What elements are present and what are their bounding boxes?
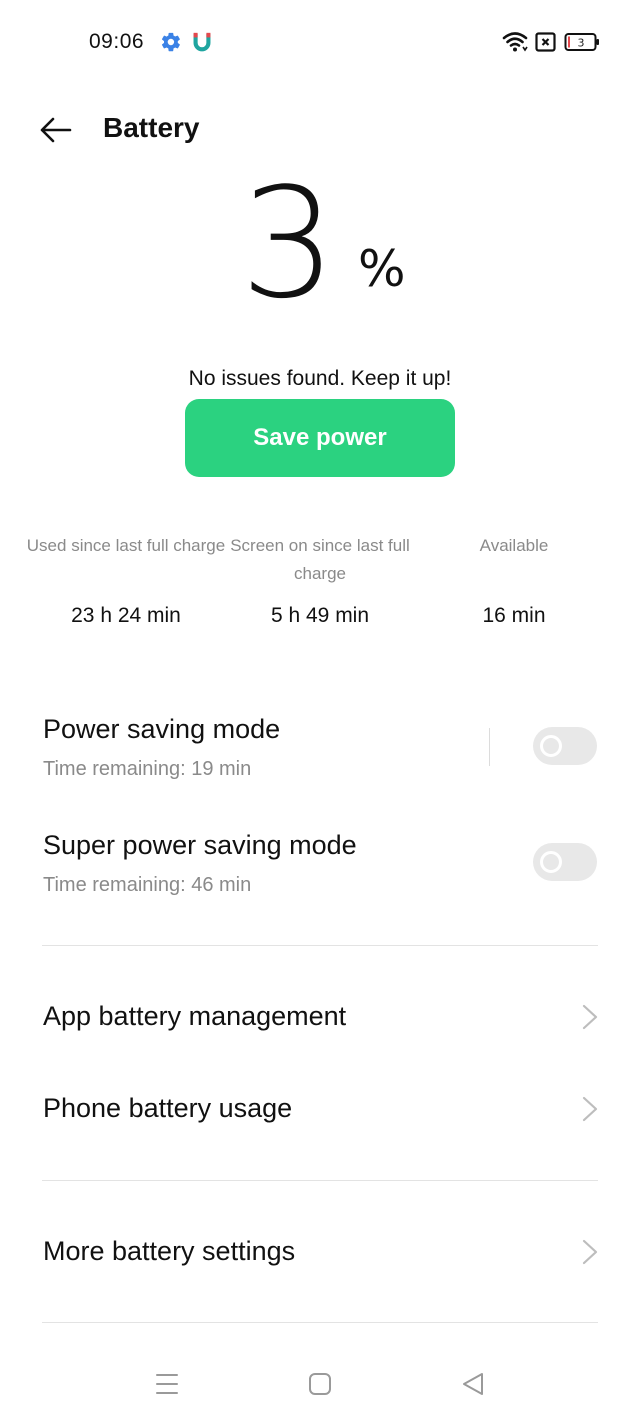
super-power-saving-mode-subtitle: Time remaining: 46 min xyxy=(43,874,252,896)
chevron-right-icon xyxy=(582,1096,598,1122)
super-power-saving-toggle[interactable] xyxy=(533,843,597,881)
stat-value: 23 h 24 min xyxy=(71,604,181,627)
app-battery-management-row[interactable]: App battery management xyxy=(0,977,640,1057)
power-saving-toggle[interactable] xyxy=(533,727,597,765)
stat-value: 16 min xyxy=(482,604,546,627)
toggle-knob xyxy=(540,851,562,873)
percent-sign: % xyxy=(358,240,406,298)
vertical-divider xyxy=(489,728,490,766)
stat-value: 5 h 49 min xyxy=(270,604,370,627)
divider xyxy=(42,1322,598,1323)
stat-label: Used since last full charge xyxy=(26,536,226,555)
more-battery-settings-row[interactable]: More battery settings xyxy=(0,1211,640,1291)
app-battery-management-label: App battery management xyxy=(43,1001,347,1031)
divider xyxy=(42,1180,598,1181)
page-title: Battery xyxy=(103,112,200,143)
more-battery-settings-label: More battery settings xyxy=(43,1236,296,1266)
power-saving-mode-subtitle: Time remaining: 19 min xyxy=(43,758,252,780)
battery-icon: 3 xyxy=(564,33,599,51)
arrow-left-icon[interactable] xyxy=(38,115,72,145)
back-icon[interactable] xyxy=(460,1371,486,1397)
gear-icon xyxy=(161,32,180,52)
no-sim-icon xyxy=(535,32,556,52)
menu-icon[interactable] xyxy=(155,1372,179,1396)
super-power-saving-mode-title[interactable]: Super power saving mode xyxy=(43,830,357,861)
magnet-icon xyxy=(193,32,211,52)
save-power-button[interactable]: Save power xyxy=(185,399,455,477)
power-saving-mode-title[interactable]: Power saving mode xyxy=(43,714,280,745)
stat-label: Screen on since last full charge xyxy=(230,536,410,583)
status-time: 09:06 xyxy=(89,30,145,53)
battery-level-text: 3 xyxy=(578,37,585,50)
home-icon[interactable] xyxy=(308,1372,332,1396)
stat-label: Available xyxy=(479,536,549,555)
chevron-right-icon xyxy=(582,1239,598,1265)
divider xyxy=(42,945,598,946)
chevron-right-icon xyxy=(582,1004,598,1030)
stat-available: Available 16 min xyxy=(414,532,614,627)
wifi-icon xyxy=(502,32,528,52)
phone-battery-usage-row[interactable]: Phone battery usage xyxy=(0,1069,640,1149)
battery-status-message: No issues found. Keep it up! xyxy=(188,367,452,390)
stat-screen-on: Screen on since last full charge 5 h 49 … xyxy=(220,532,420,627)
battery-percentage: 3 xyxy=(240,155,337,332)
toggle-knob xyxy=(540,735,562,757)
stat-used-since-charge: Used since last full charge 23 h 24 min xyxy=(26,532,226,627)
phone-battery-usage-label: Phone battery usage xyxy=(43,1093,293,1123)
